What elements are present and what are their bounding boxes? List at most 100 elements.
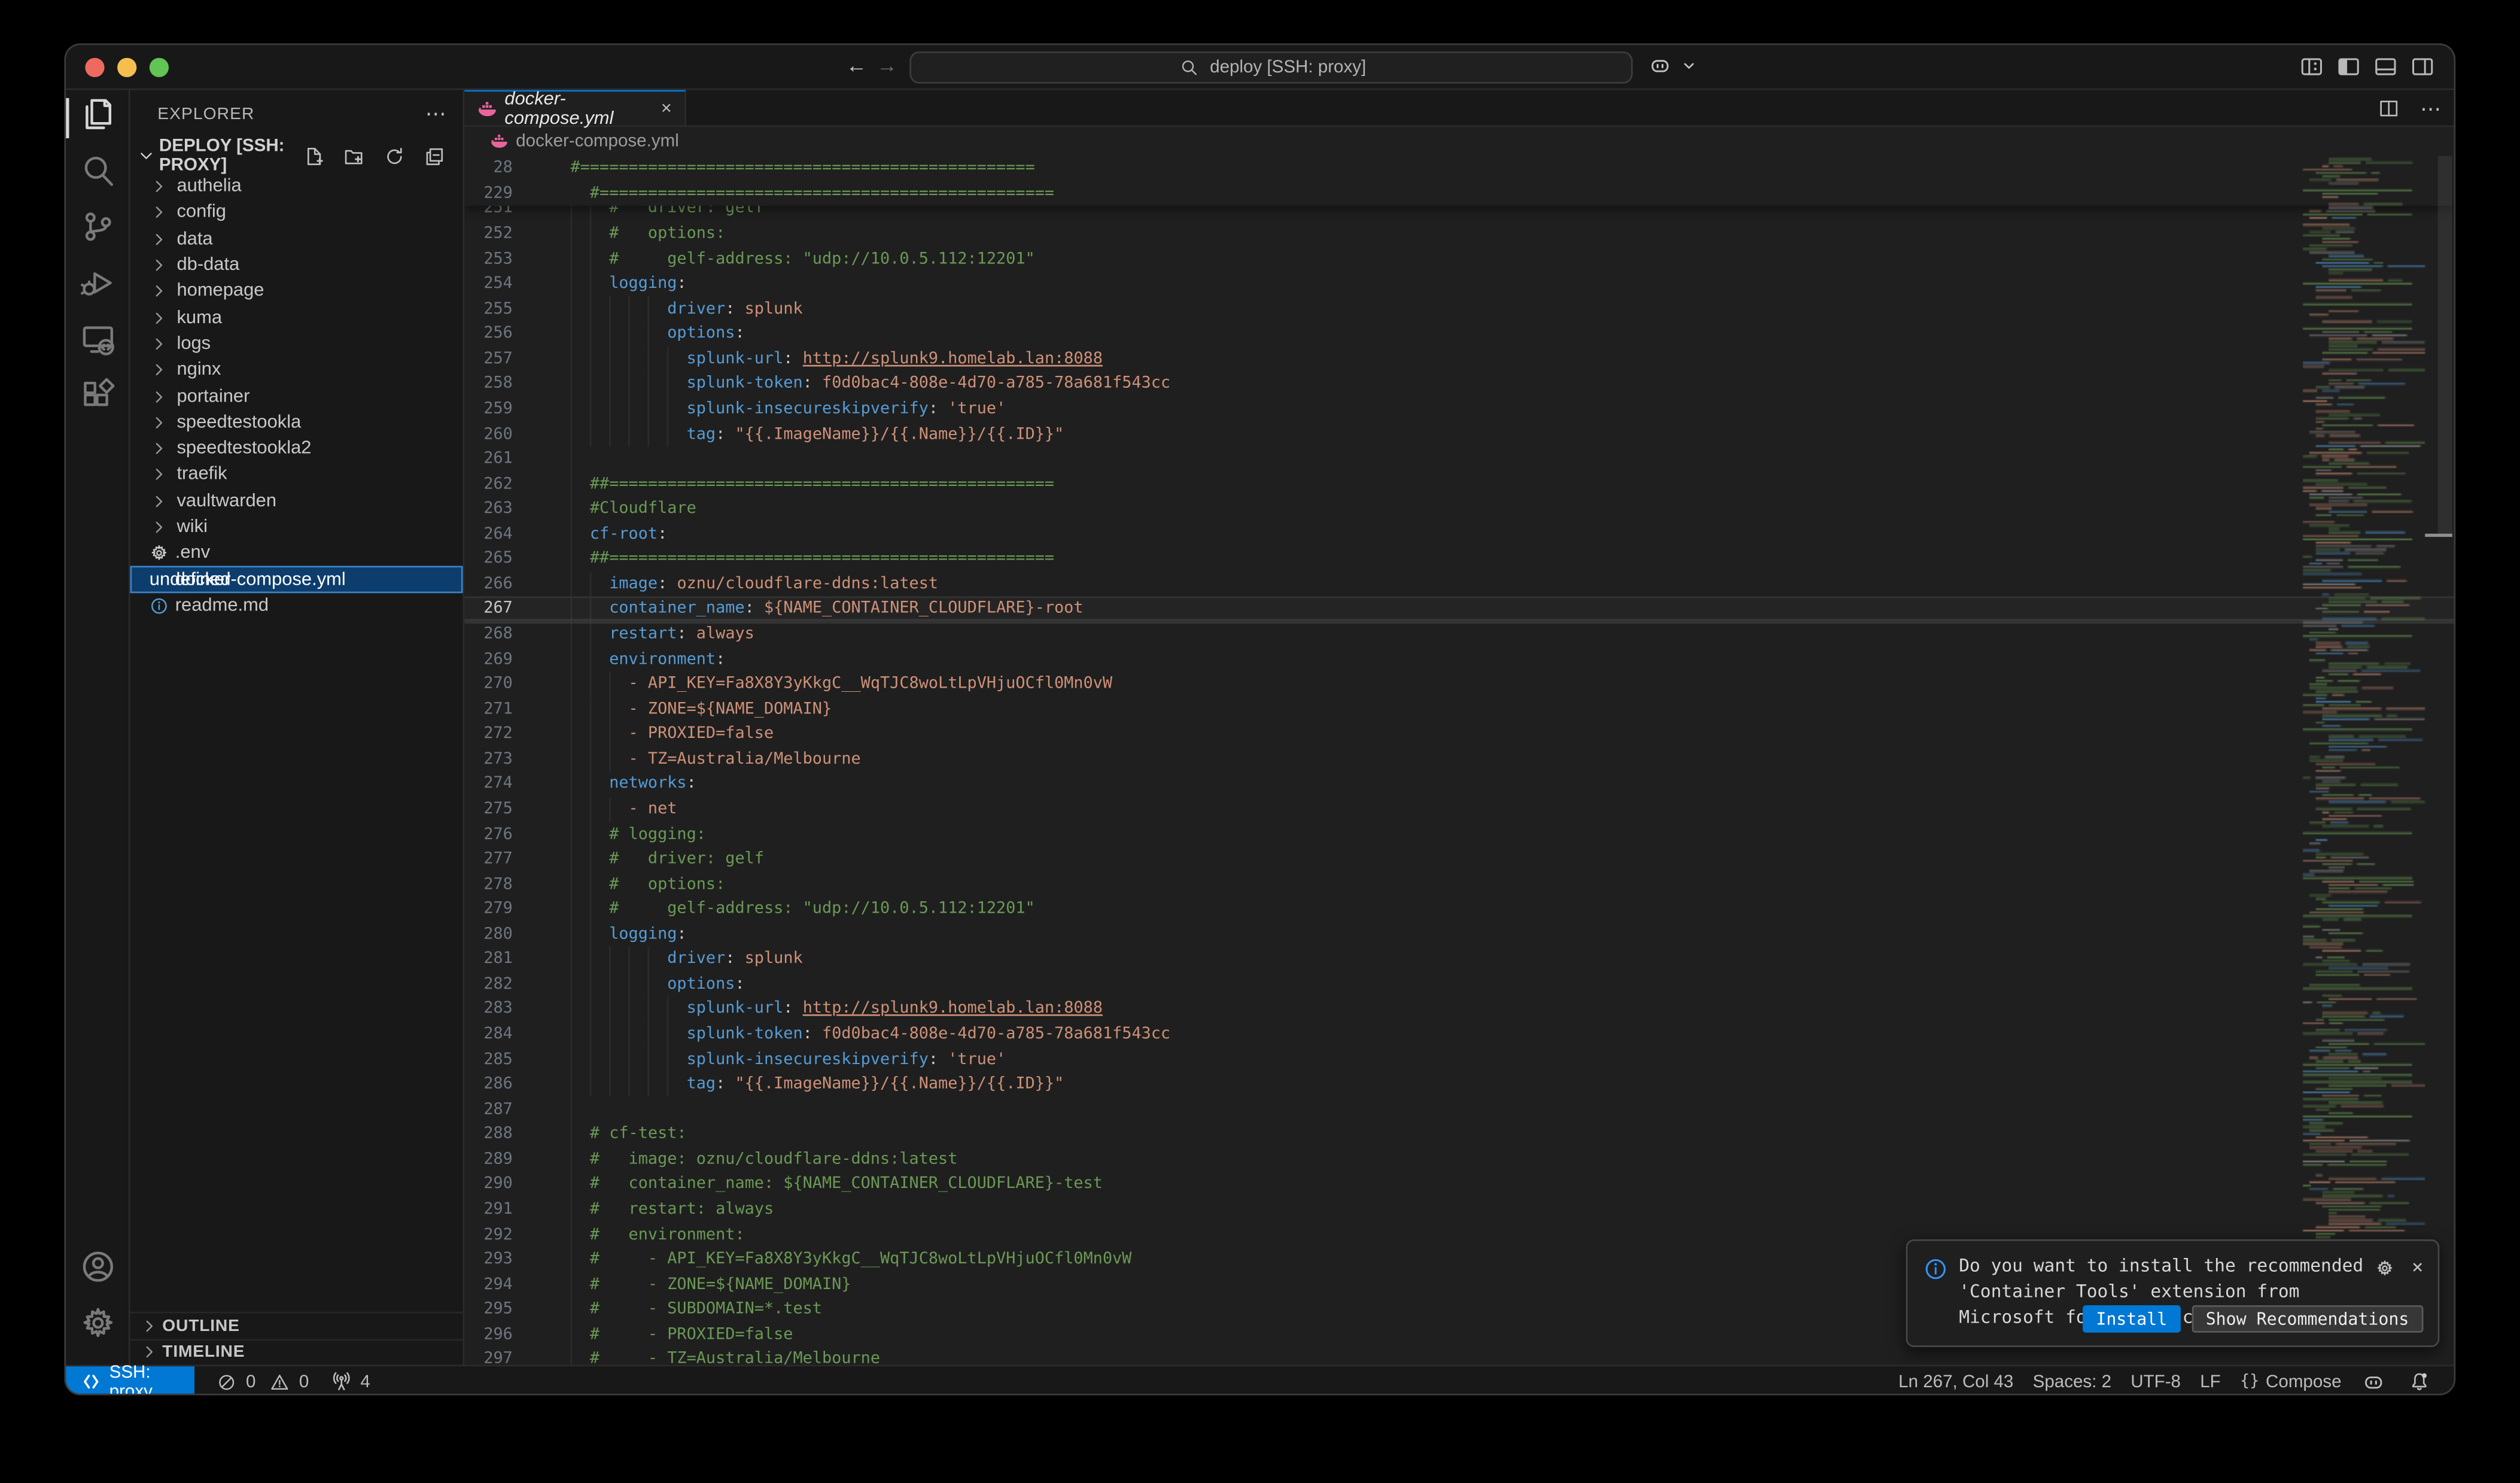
breadcrumb[interactable]: docker-compose.yml (464, 127, 2454, 156)
code-line-280[interactable]: 280 logging: (464, 922, 2454, 947)
code-line-274[interactable]: 274 networks: (464, 772, 2454, 797)
toggle-panel-icon[interactable] (2372, 53, 2398, 79)
activity-remote-explorer[interactable] (66, 315, 130, 371)
sidebar-item--env[interactable]: .env (130, 540, 463, 567)
code-line-273[interactable]: 273 - TZ=Australia/Melbourne (464, 747, 2454, 772)
code-editor[interactable]: 251 # driver: gelf252 # options:253 # ge… (464, 156, 2454, 1365)
code-line-282[interactable]: 282 options: (464, 972, 2454, 997)
code-line-262[interactable]: 262 ##==================================… (464, 472, 2454, 497)
code-line-283[interactable]: 283 splunk-url: http://splunk9.homelab.l… (464, 997, 2454, 1022)
activity-extensions[interactable] (66, 371, 130, 427)
code-line-291[interactable]: 291 # restart: always (464, 1197, 2454, 1222)
sidebar-item-docker-compose-yml[interactable]: undefineddocker-compose.yml (130, 567, 463, 593)
code-line-288[interactable]: 288 # cf-test: (464, 1122, 2454, 1147)
code-line-269[interactable]: 269 environment: (464, 647, 2454, 672)
notification-settings-icon[interactable] (2372, 1256, 2397, 1281)
code-line-279[interactable]: 279 # gelf-address: "udp://10.0.5.112:12… (464, 897, 2454, 922)
sidebar-item-homepage[interactable]: homepage (130, 278, 463, 305)
sidebar-item-config[interactable]: config (130, 200, 463, 226)
code-line-277[interactable]: 277 # driver: gelf (464, 847, 2454, 872)
code-line-267[interactable]: 267 container_name: ${NAME_CONTAINER_CLO… (464, 597, 2454, 622)
cursor-position[interactable]: Ln 267, Col 43 (1898, 1372, 2013, 1391)
sidebar-section-timeline[interactable]: TIMELINE (130, 1339, 463, 1365)
sidebar-item-logs[interactable]: logs (130, 331, 463, 357)
code-line-289[interactable]: 289 # image: oznu/cloudflare-ddns:latest (464, 1147, 2454, 1172)
sidebar-item-nginx[interactable]: nginx (130, 357, 463, 384)
show-recommendations-button[interactable]: Show Recommendations (2192, 1305, 2424, 1333)
indentation[interactable]: Spaces: 2 (2033, 1372, 2111, 1391)
code-line-284[interactable]: 284 splunk-token: f0d0bac4-808e-4d70-a78… (464, 1022, 2454, 1047)
activity-search[interactable] (66, 146, 130, 202)
nav-forward-icon[interactable]: → (872, 53, 901, 77)
code-line-259[interactable]: 259 splunk-insecureskipverify: 'true' (464, 397, 2454, 422)
code-line-260[interactable]: 260 tag: "{{.ImageName}}/{{.Name}}/{{.ID… (464, 421, 2454, 446)
code-line-297[interactable]: 297 # - TZ=Australia/Melbourne (464, 1347, 2454, 1365)
window-zoom-button[interactable] (150, 58, 169, 77)
sidebar-item-data[interactable]: data (130, 226, 463, 253)
code-line-272[interactable]: 272 - PROXIED=false (464, 722, 2454, 747)
code-line-257[interactable]: 257 splunk-url: http://splunk9.homelab.l… (464, 347, 2454, 372)
code-line-252[interactable]: 252 # options: (464, 221, 2454, 247)
minimap[interactable] (2300, 156, 2435, 1281)
code-line-258[interactable]: 258 splunk-token: f0d0bac4-808e-4d70-a78… (464, 372, 2454, 397)
activity-run-debug[interactable] (66, 259, 130, 315)
code-line-255[interactable]: 255 driver: splunk (464, 296, 2454, 321)
notifications-bell[interactable] (2406, 1369, 2431, 1394)
sidebar-item-db-data[interactable]: db-data (130, 252, 463, 278)
sidebar-item-speedtestookla[interactable]: speedtestookla (130, 409, 463, 436)
code-line-264[interactable]: 264 cf-root: (464, 522, 2454, 547)
copilot-status[interactable] (2361, 1369, 2387, 1394)
code-line-270[interactable]: 270 - API_KEY=Fa8X8Y3yKkgC__WqTJC8woLtLp… (464, 671, 2454, 697)
activity-source-control[interactable] (66, 202, 130, 259)
ports-indicator[interactable]: 4 (328, 1369, 370, 1394)
code-line-266[interactable]: 266 image: oznu/cloudflare-ddns:latest (464, 572, 2454, 597)
activity-account[interactable] (66, 1242, 130, 1299)
problems-indicator[interactable]: 0 0 (214, 1369, 309, 1394)
code-line-265[interactable]: 265 ##==================================… (464, 546, 2454, 572)
code-line-28[interactable]: 28#=====================================… (464, 156, 2454, 181)
refresh-icon[interactable] (381, 143, 407, 169)
code-line-263[interactable]: 263 #Cloudflare (464, 497, 2454, 522)
command-center-search[interactable]: deploy [SSH: proxy] (909, 51, 1633, 84)
sidebar-item-speedtestookla2[interactable]: speedtestookla2 (130, 436, 463, 462)
window-close-button[interactable] (85, 58, 104, 77)
toggle-sidebar-icon[interactable] (2335, 53, 2361, 79)
code-line-261[interactable]: 261 (464, 446, 2454, 472)
install-button[interactable]: Install (2083, 1305, 2180, 1333)
code-line-256[interactable]: 256 options: (464, 321, 2454, 347)
sidebar-item-authelia[interactable]: authelia (130, 174, 463, 200)
sidebar-item-portainer[interactable]: portainer (130, 383, 463, 409)
activity-explorer[interactable] (66, 90, 130, 146)
collapse-all-icon[interactable] (421, 143, 447, 169)
split-editor-icon[interactable] (2375, 96, 2401, 121)
sidebar-item-vaultwarden[interactable]: vaultwarden (130, 488, 463, 514)
window-minimize-button[interactable] (117, 58, 136, 77)
code-line-281[interactable]: 281 driver: splunk (464, 947, 2454, 972)
code-line-275[interactable]: 275 - net (464, 797, 2454, 822)
sidebar-item-traefik[interactable]: traefik (130, 462, 463, 488)
sidebar-item-readme-md[interactable]: readme.md (130, 592, 463, 619)
language-mode[interactable]: {} Compose (2240, 1372, 2342, 1391)
new-file-icon[interactable] (300, 143, 326, 169)
activity-settings[interactable] (66, 1299, 130, 1355)
code-line-290[interactable]: 290 # container_name: ${NAME_CONTAINER_C… (464, 1172, 2454, 1197)
code-line-253[interactable]: 253 # gelf-address: "udp://10.0.5.112:12… (464, 247, 2454, 272)
workspace-root-row[interactable]: DEPLOY [SSH: PROXY] (130, 138, 463, 174)
encoding[interactable]: UTF-8 (2131, 1372, 2181, 1391)
tab-docker-compose[interactable]: docker-compose.yml × (464, 90, 686, 125)
code-line-271[interactable]: 271 - ZONE=${NAME_DOMAIN} (464, 697, 2454, 722)
code-line-254[interactable]: 254 logging: (464, 272, 2454, 297)
toggle-secondary-sidebar-icon[interactable] (2409, 53, 2434, 79)
notification-close-icon[interactable]: × (2412, 1256, 2423, 1281)
code-line-278[interactable]: 278 # options: (464, 872, 2454, 897)
new-folder-icon[interactable] (340, 143, 366, 169)
sidebar-item-kuma[interactable]: kuma (130, 305, 463, 331)
sidebar-section-outline[interactable]: OUTLINE (130, 1312, 463, 1339)
eol[interactable]: LF (2200, 1372, 2220, 1391)
code-line-285[interactable]: 285 splunk-insecureskipverify: 'true' (464, 1047, 2454, 1072)
code-line-286[interactable]: 286 tag: "{{.ImageName}}/{{.Name}}/{{.ID… (464, 1072, 2454, 1097)
editor-more-actions-icon[interactable]: ⋯ (2420, 96, 2441, 121)
code-line-287[interactable]: 287 (464, 1097, 2454, 1122)
scrollbar-slider[interactable] (2438, 156, 2452, 537)
tab-close-icon[interactable]: × (661, 99, 672, 118)
